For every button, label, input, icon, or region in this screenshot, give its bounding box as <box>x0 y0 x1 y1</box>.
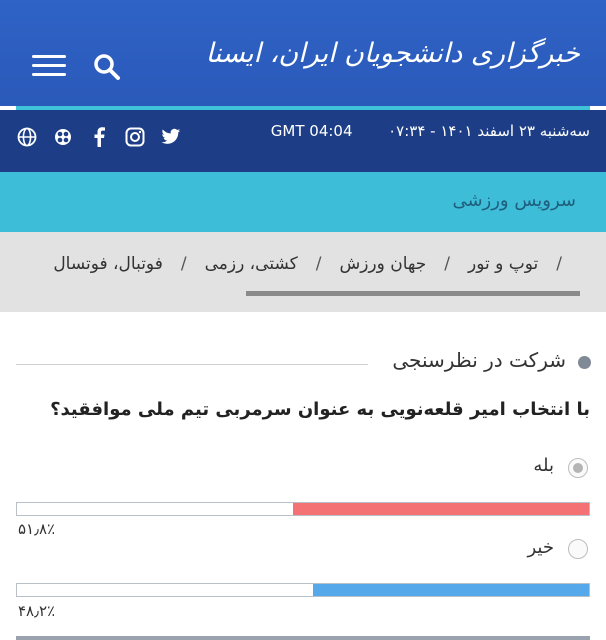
poll-option-no-label[interactable]: خیر <box>528 537 555 558</box>
poll-result-fill-no <box>313 584 589 596</box>
instagram-icon[interactable] <box>124 126 146 148</box>
search-icon[interactable] <box>92 52 122 82</box>
menu-icon[interactable] <box>32 55 66 77</box>
category-ball-and-net[interactable]: توپ و تور <box>468 254 538 274</box>
globe-icon[interactable] <box>16 126 38 148</box>
category-separator: / <box>556 254 562 274</box>
site-logo[interactable]: خبرگزاری دانشجویان ایران، ایسنا <box>206 38 580 69</box>
poll-result-bar-yes <box>16 502 590 516</box>
poll-question: با انتخاب امیر قلعه‌نویی به عنوان سرمربی… <box>50 399 590 420</box>
category-separator: / <box>444 254 450 274</box>
date-label: سه‌شنبه ۲۳ اسفند ۱۴۰۱ - ۰۷:۳۴ <box>388 122 590 140</box>
category-separator: / <box>180 254 187 274</box>
poll-result-bar-no <box>16 583 590 597</box>
service-title[interactable]: سرویس ورزشی <box>452 190 576 211</box>
category-wrestling[interactable]: کشتی، رزمی <box>205 254 298 274</box>
category-football[interactable]: فوتبال، فوتسال <box>53 254 163 274</box>
social-links <box>16 126 182 148</box>
poll-percent-no: ۴۸٫۲٪ <box>18 602 56 620</box>
category-scroll-indicator <box>246 291 580 296</box>
facebook-icon[interactable] <box>88 126 110 148</box>
bullet-icon <box>578 356 591 369</box>
site-header: خبرگزاری دانشجویان ایران، ایسنا <box>0 0 606 106</box>
poll-option-yes-label[interactable]: بله <box>533 455 554 476</box>
aparat-icon[interactable] <box>52 126 74 148</box>
bottom-divider <box>16 636 590 640</box>
poll-result-fill-yes <box>292 503 589 515</box>
category-separator: / <box>315 254 322 274</box>
poll-option-no-radio[interactable] <box>568 539 588 559</box>
category-nav: فوتبال، فوتسال / کشتی، رزمی / جهان ورزش … <box>53 254 580 274</box>
poll-percent-yes: ۵۱٫۸٪ <box>18 520 56 538</box>
gmt-time: GMT 04:04 <box>270 122 353 140</box>
category-world-sport[interactable]: جهان ورزش <box>339 254 426 274</box>
poll-title: شرکت در نظرسنجی <box>392 348 566 372</box>
poll-option-yes-radio[interactable] <box>568 458 588 478</box>
poll-divider <box>16 364 368 365</box>
twitter-icon[interactable] <box>160 126 182 148</box>
date-time: سه‌شنبه ۲۳ اسفند ۱۴۰۱ - ۰۷:۳۴ GMT 04:04 <box>271 122 590 140</box>
